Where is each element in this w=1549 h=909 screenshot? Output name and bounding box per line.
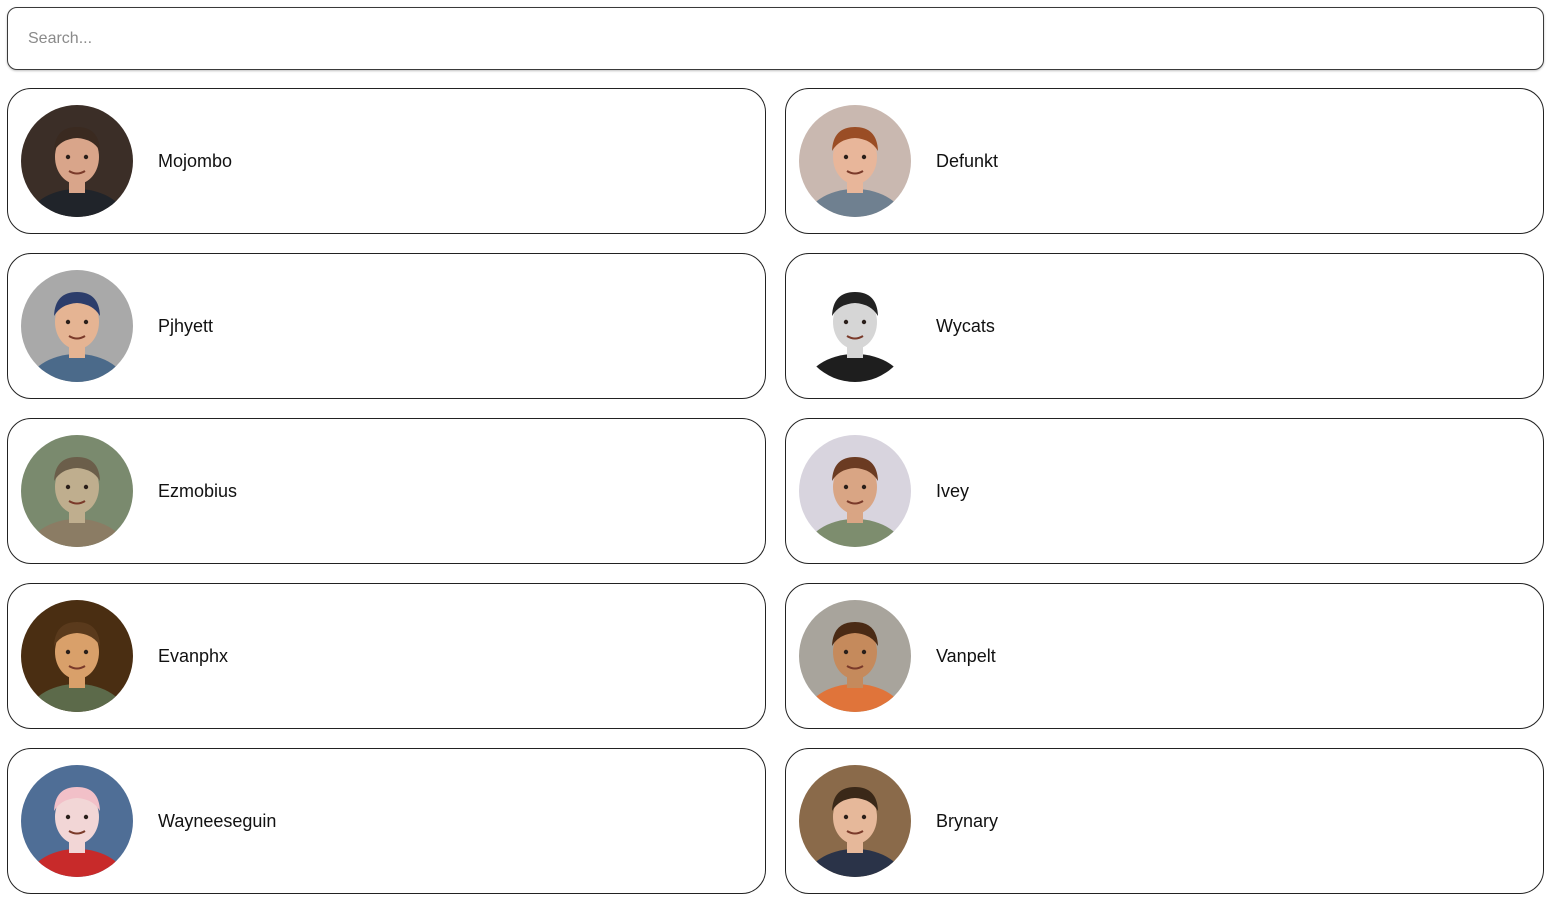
brynary-avatar (799, 765, 911, 877)
user-name: Wycats (936, 315, 995, 336)
user-card[interactable]: Vanpelt (785, 583, 1544, 729)
user-card[interactable]: Wayneeseguin (7, 748, 766, 894)
user-name: Mojombo (158, 150, 233, 171)
user-name: Brynary (936, 810, 999, 831)
defunkt-avatar (799, 105, 911, 217)
user-card[interactable]: Brynary (785, 748, 1544, 894)
ezmobius-avatar (21, 435, 133, 547)
ivey-avatar (799, 435, 911, 547)
mojombo-avatar (21, 105, 133, 217)
user-name: Ezmobius (158, 480, 238, 501)
user-name: Evanphx (158, 645, 229, 666)
wayneeseguin-avatar (21, 765, 133, 877)
user-card[interactable]: Pjhyett (7, 253, 766, 399)
search-bar (7, 7, 1544, 70)
evanphx-avatar (21, 600, 133, 712)
user-name: Vanpelt (936, 645, 996, 666)
user-card[interactable]: Mojombo (7, 88, 766, 234)
user-card[interactable]: Ezmobius (7, 418, 766, 564)
user-name: Pjhyett (158, 315, 214, 336)
user-card[interactable]: Wycats (785, 253, 1544, 399)
search-input[interactable] (7, 7, 1544, 70)
user-card[interactable]: Defunkt (785, 88, 1544, 234)
user-name: Ivey (936, 480, 970, 501)
user-name: Wayneeseguin (158, 810, 277, 831)
pjhyett-avatar (21, 270, 133, 382)
user-grid: Mojombo Defunkt Pjhyett Wycats Ezmobius Ivey E… (7, 88, 1544, 894)
vanpelt-avatar (799, 600, 911, 712)
user-name: Defunkt (936, 150, 999, 171)
user-card[interactable]: Evanphx (7, 583, 766, 729)
user-card[interactable]: Ivey (785, 418, 1544, 564)
wycats-avatar (799, 270, 911, 382)
